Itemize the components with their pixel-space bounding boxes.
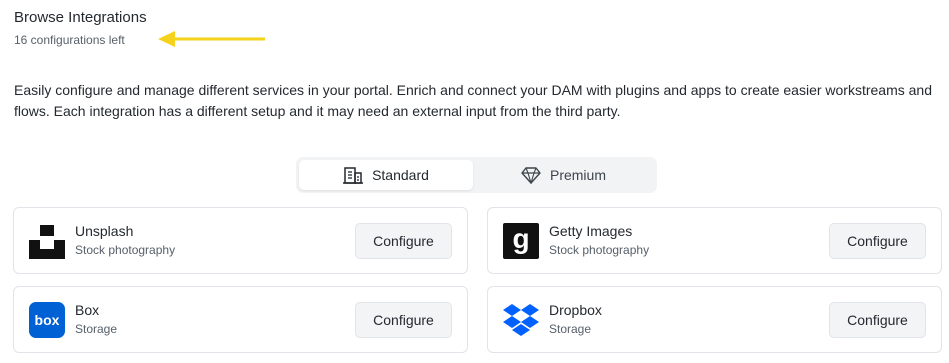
configure-dropbox-button[interactable]: Configure [829,302,926,338]
svg-text:box: box [35,312,60,328]
diamond-icon [521,167,541,184]
page-title: Browse Integrations [14,9,147,26]
unsplash-logo-icon [29,223,65,259]
integration-category: Stock photography [75,243,176,257]
annotation-arrow-icon [158,31,265,47]
integration-card-getty-images: g Getty Images Stock photography Configu… [487,207,942,274]
integration-category: Stock photography [549,243,650,257]
building-icon [343,167,364,184]
svg-text:g: g [512,223,529,254]
integration-name: Box [75,302,100,318]
integration-category: Storage [549,322,592,336]
configure-box-button[interactable]: Configure [355,302,452,338]
tab-premium-label: Premium [549,167,606,183]
tab-standard-label: Standard [372,167,429,183]
tab-premium[interactable]: Premium [473,160,654,190]
configurations-left-count: 16 configurations left [14,33,125,47]
configure-unsplash-button[interactable]: Configure [355,223,452,259]
integration-category: Storage [75,322,118,336]
integration-card-unsplash: Unsplash Stock photography Configure [13,207,468,274]
dropbox-logo-icon [503,304,539,336]
getty-images-logo-icon: g [503,223,539,259]
integration-card-dropbox: Dropbox Storage Configure [487,286,942,353]
integration-tier-tabs: Standard Premium [296,157,657,193]
integration-card-box: box Box Storage Configure [13,286,468,353]
integration-name: Getty Images [549,223,633,239]
box-logo-icon: box [29,302,65,338]
integrations-description: Easily configure and manage different se… [14,82,932,119]
integration-name: Unsplash [75,223,134,239]
configure-getty-images-button[interactable]: Configure [829,223,926,259]
integration-name: Dropbox [549,302,602,318]
tab-standard[interactable]: Standard [299,160,473,190]
